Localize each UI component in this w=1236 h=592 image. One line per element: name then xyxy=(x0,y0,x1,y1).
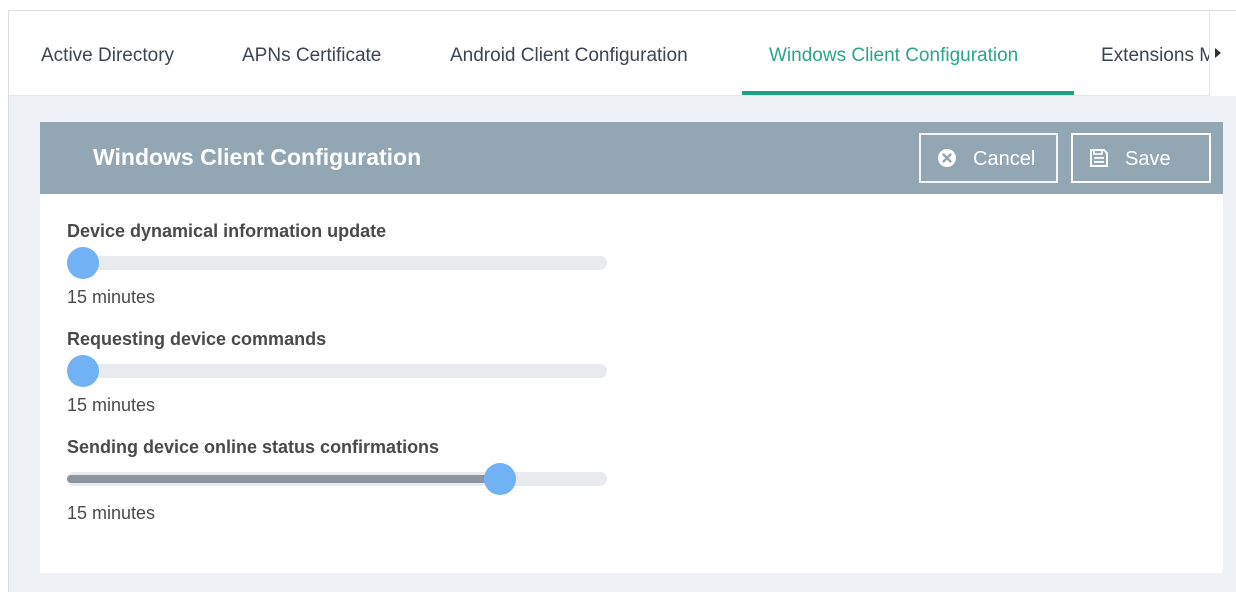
tab-active-directory[interactable]: Active Directory xyxy=(41,11,174,95)
save-icon xyxy=(1090,149,1108,167)
panel-title: Windows Client Configuration xyxy=(93,144,422,170)
slider-fill xyxy=(67,475,500,483)
tab-apns-certificate[interactable]: APNs Certificate xyxy=(242,11,381,95)
tab-windows-client-configuration[interactable]: Windows Client Configuration xyxy=(769,11,1018,95)
cancel-label: Cancel xyxy=(973,148,1036,170)
slider-thumb[interactable] xyxy=(67,355,99,387)
tab-extensions[interactable]: Extensions M xyxy=(1101,11,1215,95)
setting-label-device-commands: Requesting device commands xyxy=(67,329,327,349)
chevron-right-icon xyxy=(1215,48,1221,58)
setting-value-online-status: 15 minutes xyxy=(67,503,156,523)
slider-thumb[interactable] xyxy=(483,463,516,495)
cancel-button[interactable]: Cancel xyxy=(919,133,1058,183)
app-frame: Active Directory APNs Certificate Androi… xyxy=(8,10,1236,592)
tab-scroll-right-button[interactable] xyxy=(1209,11,1236,96)
slider-online-status[interactable] xyxy=(67,463,607,495)
cancel-circle-icon xyxy=(938,149,956,167)
save-label: Save xyxy=(1125,148,1171,170)
setting-label-dynamic-info: Device dynamical information update xyxy=(67,221,387,241)
slider-device-commands[interactable] xyxy=(67,355,607,387)
setting-value-dynamic-info: 15 minutes xyxy=(67,287,156,307)
slider-dynamic-info[interactable] xyxy=(67,247,607,279)
setting-label-online-status: Sending device online status confirmatio… xyxy=(67,437,440,457)
setting-value-device-commands: 15 minutes xyxy=(67,395,156,415)
panel-header: Windows Client Configuration Cancel Save xyxy=(40,122,1223,194)
tab-android-client-configuration[interactable]: Android Client Configuration xyxy=(450,11,688,95)
save-button[interactable]: Save xyxy=(1071,133,1211,183)
tab-bar: Active Directory APNs Certificate Androi… xyxy=(9,11,1219,96)
config-panel: Windows Client Configuration Cancel Save xyxy=(40,122,1223,573)
slider-thumb[interactable] xyxy=(67,247,99,279)
active-tab-indicator xyxy=(742,91,1074,95)
